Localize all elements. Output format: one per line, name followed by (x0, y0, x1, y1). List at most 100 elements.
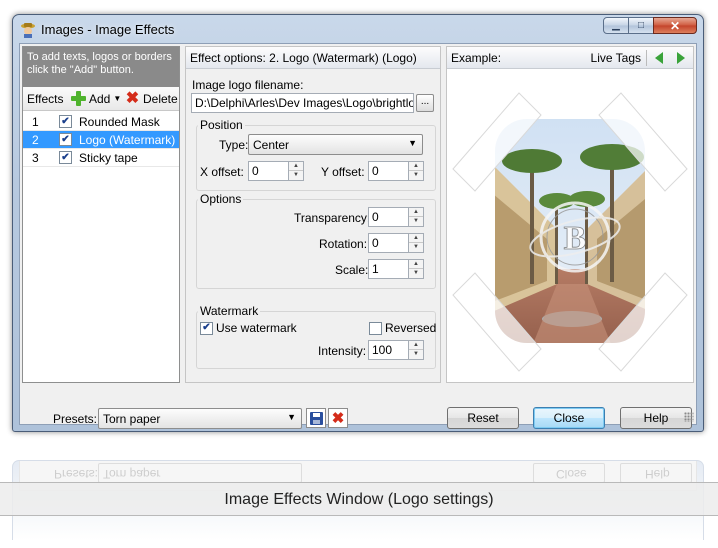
maximize-button[interactable]: □ (628, 17, 654, 34)
transparency-value[interactable]: 0 (368, 207, 409, 227)
save-icon (309, 411, 323, 425)
presets-label: Presets: (53, 412, 98, 426)
reversed-checkbox[interactable]: Reversed (369, 321, 436, 335)
reflection-help-label: Help (645, 467, 670, 481)
spin-up-icon[interactable]: ▲ (409, 162, 423, 171)
previous-arrow-icon[interactable] (655, 52, 663, 64)
y-offset-value[interactable]: 0 (368, 161, 409, 181)
minimize-button[interactable]: ▁ (603, 17, 629, 34)
chevron-down-icon: ▼ (408, 138, 417, 148)
scale-label: Scale: (335, 263, 369, 277)
intensity-label: Intensity: (318, 344, 367, 358)
logo-filename-input[interactable]: D:\Delphi\Arles\Dev Images\Logo\brightlo… (191, 93, 414, 113)
checkbox-box[interactable]: ✔ (200, 321, 213, 335)
logo-letter: B (564, 220, 587, 257)
effect-enabled-checkbox[interactable]: ✔ (59, 133, 72, 146)
next-arrow-icon[interactable] (677, 52, 685, 64)
effect-item-sticky-tape[interactable]: 3 ✔ Sticky tape (23, 149, 179, 167)
toolbar-separator (646, 50, 647, 66)
effect-name: Sticky tape (79, 151, 138, 165)
effect-number: 1 (32, 115, 39, 129)
delete-preset-button[interactable]: ✖ (328, 408, 348, 428)
spin-up-icon[interactable]: ▲ (409, 341, 423, 350)
rotation-spinner[interactable]: 0 ▲ ▼ (368, 233, 424, 253)
resize-grip-icon[interactable] (684, 412, 694, 422)
spin-buttons[interactable]: ▲ ▼ (408, 233, 424, 253)
effect-options-header: Effect options: 2. Logo (Watermark) (Log… (186, 47, 440, 69)
options-group-title: Options (198, 192, 244, 206)
effect-number: 2 (32, 133, 39, 147)
reflection-help-box: Help (620, 463, 692, 483)
close-window-button[interactable]: ✕ (653, 17, 697, 34)
example-header: Example: Live Tags (447, 47, 693, 69)
use-watermark-checkbox[interactable]: ✔ Use watermark (200, 321, 297, 335)
delete-label: Delete (143, 91, 178, 106)
add-effect-button[interactable]: Add ▼ (71, 91, 121, 106)
effect-enabled-checkbox[interactable]: ✔ (59, 115, 72, 128)
screenshot-caption: Image Effects Window (Logo settings) (224, 491, 494, 508)
chevron-down-icon: ▼ (287, 412, 296, 422)
effect-item-rounded-mask[interactable]: 1 ✔ Rounded Mask (23, 113, 179, 131)
x-offset-label: X offset: (200, 165, 244, 179)
effect-name: Logo (Watermark) (79, 133, 176, 147)
effects-label: Effects (27, 92, 64, 106)
presets-select[interactable]: Torn paper ▼ (98, 408, 302, 429)
effects-panel: To add texts, logos or borders click the… (22, 46, 180, 383)
delete-icon: ✖ (331, 410, 345, 427)
save-preset-button[interactable] (306, 408, 326, 428)
spin-buttons[interactable]: ▲ ▼ (288, 161, 304, 181)
x-offset-value[interactable]: 0 (248, 161, 289, 181)
caption-buttons: ▁ □ ✕ (603, 17, 697, 34)
spin-buttons[interactable]: ▲ ▼ (408, 259, 424, 279)
scale-spinner[interactable]: 1 ▲ ▼ (368, 259, 424, 279)
reflection-presets-box: Torn paper (98, 463, 302, 483)
spin-down-icon[interactable]: ▼ (409, 171, 423, 180)
spin-up-icon[interactable]: ▲ (289, 162, 303, 171)
x-offset-spinner[interactable]: 0 ▲ ▼ (248, 161, 304, 181)
example-panel: Example: Live Tags B (446, 46, 694, 383)
title-bar[interactable]: Images - Image Effects ▁ □ ✕ (13, 15, 703, 45)
reflection-presets-label: Presets: (54, 467, 99, 481)
spin-up-icon[interactable]: ▲ (409, 208, 423, 217)
delete-effect-button[interactable]: ✖ Delete (125, 91, 178, 107)
add-label: Add (89, 91, 111, 106)
effects-toolbar: Effects Add ▼ ✖ Delete (23, 87, 179, 111)
reset-button[interactable]: Reset (447, 407, 519, 429)
live-tags-link[interactable]: Live Tags (591, 51, 641, 65)
position-type-select[interactable]: Center ▼ (248, 134, 423, 155)
spin-buttons[interactable]: ▲ ▼ (408, 340, 424, 360)
effect-options-panel: Effect options: 2. Logo (Watermark) (Log… (185, 46, 441, 383)
spin-down-icon[interactable]: ▼ (409, 269, 423, 278)
reflection-close-box: Close (533, 463, 605, 483)
type-label: Type: (219, 138, 249, 152)
preset-value: Torn paper (103, 412, 161, 426)
effect-number: 3 (32, 151, 39, 165)
logo-filename-label: Image logo filename: (192, 78, 304, 92)
rotation-value[interactable]: 0 (368, 233, 409, 253)
checkbox-box[interactable] (369, 321, 382, 335)
reversed-label: Reversed (385, 321, 437, 335)
effect-enabled-checkbox[interactable]: ✔ (59, 151, 72, 164)
close-button[interactable]: Close (533, 407, 605, 429)
browse-button[interactable]: ... (416, 94, 434, 112)
spin-down-icon[interactable]: ▼ (409, 350, 423, 359)
intensity-value[interactable]: 100 (368, 340, 409, 360)
caption-band: Image Effects Window (Logo settings) (0, 482, 718, 516)
spin-buttons[interactable]: ▲ ▼ (408, 161, 424, 181)
y-offset-spinner[interactable]: 0 ▲ ▼ (368, 161, 424, 181)
effect-item-logo-watermark[interactable]: 2 ✔ Logo (Watermark) (23, 131, 179, 149)
watermark-group-title: Watermark (198, 304, 261, 318)
position-group-title: Position (198, 118, 245, 132)
help-button[interactable]: Help (620, 407, 692, 429)
spin-down-icon[interactable]: ▼ (289, 171, 303, 180)
spin-down-icon[interactable]: ▼ (409, 217, 423, 226)
scale-value[interactable]: 1 (368, 259, 409, 279)
image-effects-window: Images - Image Effects ▁ □ ✕ To add text… (12, 14, 704, 432)
intensity-spinner[interactable]: 100 ▲ ▼ (368, 340, 424, 360)
transparency-spinner[interactable]: 0 ▲ ▼ (368, 207, 424, 227)
add-icon (71, 91, 86, 106)
spin-down-icon[interactable]: ▼ (409, 243, 423, 252)
spin-buttons[interactable]: ▲ ▼ (408, 207, 424, 227)
spin-up-icon[interactable]: ▲ (409, 234, 423, 243)
spin-up-icon[interactable]: ▲ (409, 260, 423, 269)
